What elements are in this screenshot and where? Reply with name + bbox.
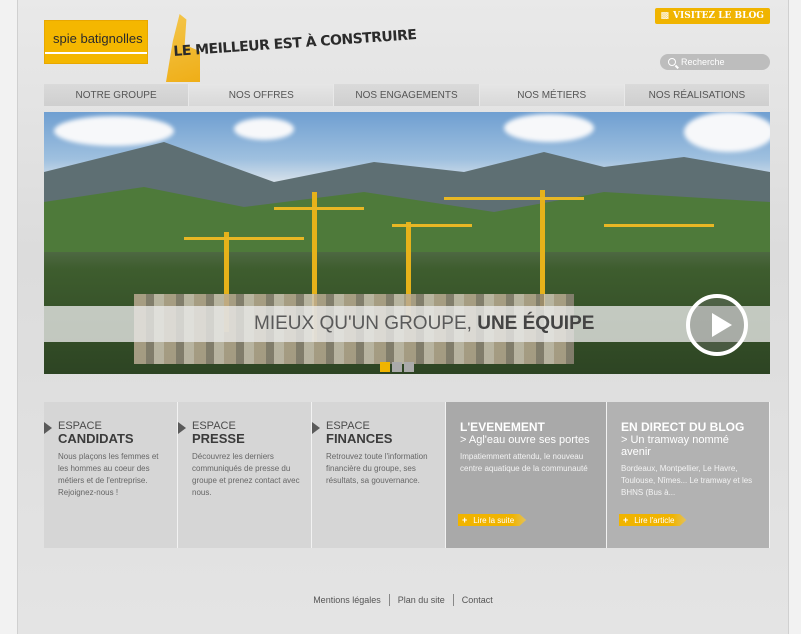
footer-link-plan[interactable]: Plan du site xyxy=(388,594,453,606)
card-evenement: L'EVENEMENT > Agl'eau ouvre ses portes I… xyxy=(446,402,607,548)
tagline-block: LE MEILLEUR EST À CONSTRUIRE xyxy=(166,14,417,84)
logo-underline xyxy=(45,52,147,54)
card-espace-presse[interactable]: ESPACE PRESSE Découvrez les derniers com… xyxy=(178,402,312,548)
read-more-button[interactable]: + Lire la suite xyxy=(458,514,527,526)
search-placeholder: Recherche xyxy=(681,57,725,67)
nav-nos-engagements[interactable]: NOS ENGAGEMENTS xyxy=(334,84,480,106)
card-subheading[interactable]: > Un tramway nommé avenir xyxy=(621,434,759,458)
nav-nos-realisations[interactable]: NOS RÉALISATIONS xyxy=(624,84,771,106)
play-icon[interactable] xyxy=(686,294,748,356)
search-icon xyxy=(668,58,676,66)
card-espace-candidats[interactable]: ESPACE CANDIDATS Nous plaçons les femmes… xyxy=(44,402,178,548)
card-text: Découvrez les derniers communiqués de pr… xyxy=(192,452,300,497)
crane-arm xyxy=(604,224,714,227)
plus-icon: + xyxy=(623,515,629,525)
crane-arm xyxy=(392,224,472,227)
card-subheading[interactable]: > Agl'eau ouvre ses portes xyxy=(460,434,596,446)
slide-dot-2[interactable] xyxy=(392,362,402,372)
slide-dot-1[interactable] xyxy=(380,362,390,372)
visit-blog-label: VISITEZ LE BLOG xyxy=(673,11,764,21)
page: ▩ VISITEZ LE BLOG spie batignolles LE ME… xyxy=(18,0,788,634)
hero-slider[interactable]: MIEUX QU'UN GROUPE, UNE ÉQUIPE xyxy=(44,112,770,374)
crane-arm xyxy=(184,237,304,240)
speech-bubble-icon: ▩ xyxy=(660,11,670,21)
plus-icon: + xyxy=(462,515,468,525)
card-text: Impatiemment attendu, le nouveau centre … xyxy=(460,452,588,473)
main-nav: NOTRE GROUPE NOS OFFRES NOS ENGAGEMENTS … xyxy=(44,84,771,106)
crane-arm xyxy=(274,207,364,210)
logo-text: spie batignolles xyxy=(53,31,143,46)
card-heading: EN DIRECT DU BLOG xyxy=(621,420,745,434)
arrow-right-icon xyxy=(178,422,186,434)
search-input[interactable]: Recherche xyxy=(660,54,770,70)
slider-pagination xyxy=(380,362,414,372)
hero-caption-light: MIEUX QU'UN GROUPE, xyxy=(254,313,472,334)
card-heading: L'EVENEMENT xyxy=(460,420,545,434)
read-more-label: Lire la suite xyxy=(473,515,515,525)
card-blog: EN DIRECT DU BLOG > Un tramway nommé ave… xyxy=(607,402,770,548)
read-article-label: Lire l'article xyxy=(634,515,675,525)
card-text: Bordeaux, Montpellier, Le Havre, Toulous… xyxy=(621,464,753,497)
crane xyxy=(540,190,545,310)
nav-notre-groupe[interactable]: NOTRE GROUPE xyxy=(44,84,190,106)
hero-caption: MIEUX QU'UN GROUPE, UNE ÉQUIPE xyxy=(254,313,594,335)
visit-blog-button[interactable]: ▩ VISITEZ LE BLOG xyxy=(654,8,770,24)
hero-caption-bold: UNE ÉQUIPE xyxy=(477,313,595,334)
arrow-right-icon xyxy=(312,422,320,434)
card-heading: PRESSE xyxy=(192,431,245,446)
nav-nos-offres[interactable]: NOS OFFRES xyxy=(189,84,335,106)
logo[interactable]: spie batignolles xyxy=(44,20,148,64)
footer-link-contact[interactable]: Contact xyxy=(452,594,501,606)
slide-dot-3[interactable] xyxy=(404,362,414,372)
arrow-right-icon xyxy=(44,422,52,434)
read-article-button[interactable]: + Lire l'article xyxy=(619,514,687,526)
card-heading: CANDIDATS xyxy=(58,431,134,446)
card-heading: FINANCES xyxy=(326,431,393,446)
card-text: Nous plaçons les femmes et les hommes au… xyxy=(58,452,159,497)
footer-links: Mentions légales Plan du site Contact xyxy=(18,594,788,606)
card-espace-finances[interactable]: ESPACE FINANCES Retrouvez toute l'inform… xyxy=(312,402,446,548)
footer-link-mentions[interactable]: Mentions légales xyxy=(305,594,389,606)
nav-nos-metiers[interactable]: NOS MÉTIERS xyxy=(479,84,625,106)
feature-cards: ESPACE CANDIDATS Nous plaçons les femmes… xyxy=(44,402,770,548)
tagline: LE MEILLEUR EST À CONSTRUIRE xyxy=(172,27,417,60)
crane-arm xyxy=(444,197,584,200)
card-text: Retrouvez toute l'information financière… xyxy=(326,452,428,485)
